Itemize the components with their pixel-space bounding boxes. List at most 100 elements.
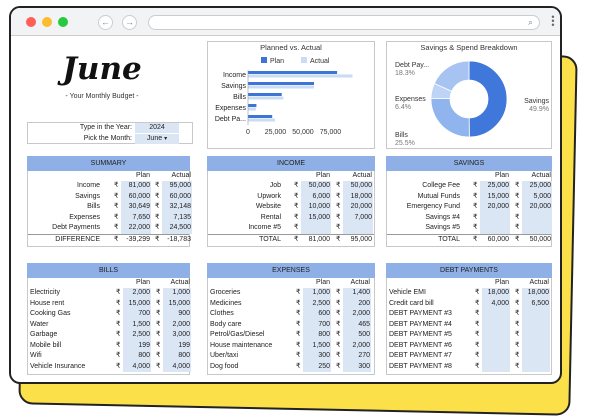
actual-cell[interactable]: 95,000: [161, 181, 191, 192]
plan-cell[interactable]: 81,000: [120, 181, 150, 192]
actual-column-header: Actual: [170, 279, 190, 286]
plan-cell[interactable]: 300: [302, 351, 330, 362]
plan-cell[interactable]: 22,000: [120, 223, 150, 234]
search-icon[interactable]: ⌕: [528, 17, 533, 28]
actual-cell[interactable]: 465: [342, 320, 370, 331]
row-label: Groceries: [210, 289, 241, 296]
actual-cell[interactable]: 5,000: [521, 192, 551, 203]
plan-cell[interactable]: 250: [302, 362, 330, 373]
back-arrow-icon[interactable]: ←: [98, 15, 113, 30]
actual-cell[interactable]: 900: [162, 309, 190, 320]
rupee-sign: ₹: [336, 213, 341, 221]
close-window-dot[interactable]: [26, 17, 36, 27]
rupee-sign: ₹: [336, 203, 341, 210]
rupee-sign: ₹: [294, 203, 299, 210]
plan-cell[interactable]: 2,500: [302, 299, 330, 310]
rupee-sign: ₹: [515, 182, 520, 189]
address-bar[interactable]: ⌕: [148, 15, 540, 30]
plan-cell[interactable]: 15,000: [122, 299, 150, 310]
actual-cell[interactable]: 2,000: [342, 341, 370, 352]
plan-cell[interactable]: 1,500: [302, 341, 330, 352]
actual-cell[interactable]: 300: [342, 362, 370, 373]
actual-cell[interactable]: 25,000: [521, 181, 551, 192]
section-header-summary: SUMMARY: [27, 156, 190, 171]
month-select[interactable]: June ▾: [135, 134, 179, 144]
plan-cell[interactable]: 10,000: [300, 202, 330, 213]
forward-arrow-icon[interactable]: →: [122, 15, 137, 30]
actual-cell[interactable]: 3,000: [162, 330, 190, 341]
plan-cell[interactable]: 700: [302, 320, 330, 331]
plan-cell[interactable]: 700: [122, 309, 150, 320]
plan-cell[interactable]: 4,000: [122, 362, 150, 373]
actual-cell[interactable]: 50,000: [342, 181, 372, 192]
rupee-sign: ₹: [156, 352, 161, 359]
minimize-window-dot[interactable]: [42, 17, 52, 27]
actual-cell[interactable]: 20,000: [342, 202, 372, 213]
actual-cell[interactable]: 7,135: [161, 213, 191, 224]
row-label: Job: [269, 182, 281, 189]
actual-cell[interactable]: 2,000: [342, 309, 370, 320]
actual-cell[interactable]: 18,000: [342, 192, 372, 203]
actual-cell[interactable]: 800: [162, 351, 190, 362]
actual-cell[interactable]: 60,000: [161, 192, 191, 203]
breakdown-donut-chart: Savings49.9% Bills25.5% Expenses6.4% Debt P…: [395, 60, 549, 147]
actual-cell[interactable]: 2,000: [162, 320, 190, 331]
plan-cell[interactable]: 199: [122, 341, 150, 352]
rupee-sign: ₹: [475, 310, 480, 317]
actual-cell[interactable]: 6,500: [521, 299, 549, 310]
actual-cell[interactable]: 200: [342, 299, 370, 310]
plan-cell[interactable]: 1,500: [122, 320, 150, 331]
plan-cell[interactable]: 2,000: [122, 288, 150, 299]
row-label: Mobile bill: [30, 341, 62, 349]
actual-cell[interactable]: 7,000: [342, 213, 372, 224]
plan-cell[interactable]: 4,000: [481, 299, 509, 310]
actual-cell[interactable]: 1,400: [342, 288, 370, 299]
actual-cell[interactable]: 32,148: [161, 202, 191, 213]
chevron-down-icon[interactable]: ▾: [164, 136, 167, 142]
rupee-sign: ₹: [336, 299, 341, 307]
plan-cell[interactable]: 50,000: [300, 181, 330, 192]
rupee-sign: ₹: [336, 235, 341, 243]
actual-cell[interactable]: 500: [342, 330, 370, 341]
row-label: Debt Payments: [52, 224, 100, 231]
actual-cell[interactable]: 24,500: [161, 223, 191, 234]
year-input[interactable]: 2024: [135, 123, 179, 133]
legend-swatch: [261, 57, 267, 63]
total-plan-value: 81,000: [308, 235, 330, 243]
plan-cell[interactable]: 800: [302, 330, 330, 341]
kebab-menu-icon[interactable]: • • •: [551, 13, 555, 30]
plan-cell[interactable]: 20,000: [479, 202, 509, 213]
actual-cell[interactable]: 20,000: [521, 202, 551, 213]
maximize-window-dot[interactable]: [58, 17, 68, 27]
plan-cell[interactable]: 600: [302, 309, 330, 320]
bar-actual: [248, 107, 256, 111]
bar-actual: [248, 85, 314, 89]
rupee-sign: ₹: [294, 213, 299, 221]
plan-cell[interactable]: 800: [122, 351, 150, 362]
plan-cell[interactable]: 15,000: [300, 213, 330, 224]
plan-cell[interactable]: 1,000: [302, 288, 330, 299]
plan-cell[interactable]: 15,000: [479, 192, 509, 203]
bar-actual: [248, 74, 353, 78]
rupee-sign: ₹: [155, 224, 160, 231]
row-label: Savings: [75, 192, 100, 200]
row-label: Uber/taxi: [210, 352, 239, 359]
actual-cell[interactable]: 4,000: [162, 362, 190, 373]
plan-cell[interactable]: 2,500: [122, 330, 150, 341]
table-summary: Plan Actual Income ₹81,000 ₹95,000 Savings ₹60…: [27, 171, 192, 247]
plan-cell[interactable]: 18,000: [481, 288, 509, 299]
plan-cell[interactable]: 7,650: [120, 213, 150, 224]
plan-cell[interactable]: 6,000: [300, 192, 330, 203]
actual-cell[interactable]: 15,000: [162, 299, 190, 310]
plan-cell[interactable]: 30,649: [120, 202, 150, 213]
table-row: Petrol/Gas/Diesel ₹800 ₹500: [208, 330, 374, 341]
rupee-sign: ₹: [336, 310, 341, 317]
actual-cell[interactable]: 270: [342, 351, 370, 362]
plan-cell[interactable]: 25,000: [479, 181, 509, 192]
actual-cell[interactable]: 199: [162, 341, 190, 352]
plan-cell[interactable]: 60,000: [120, 192, 150, 203]
rupee-sign: ₹: [515, 289, 520, 296]
actual-cell[interactable]: 1,000: [162, 288, 190, 299]
rupee-sign: ₹: [294, 235, 299, 243]
actual-cell[interactable]: 18,000: [521, 288, 549, 299]
